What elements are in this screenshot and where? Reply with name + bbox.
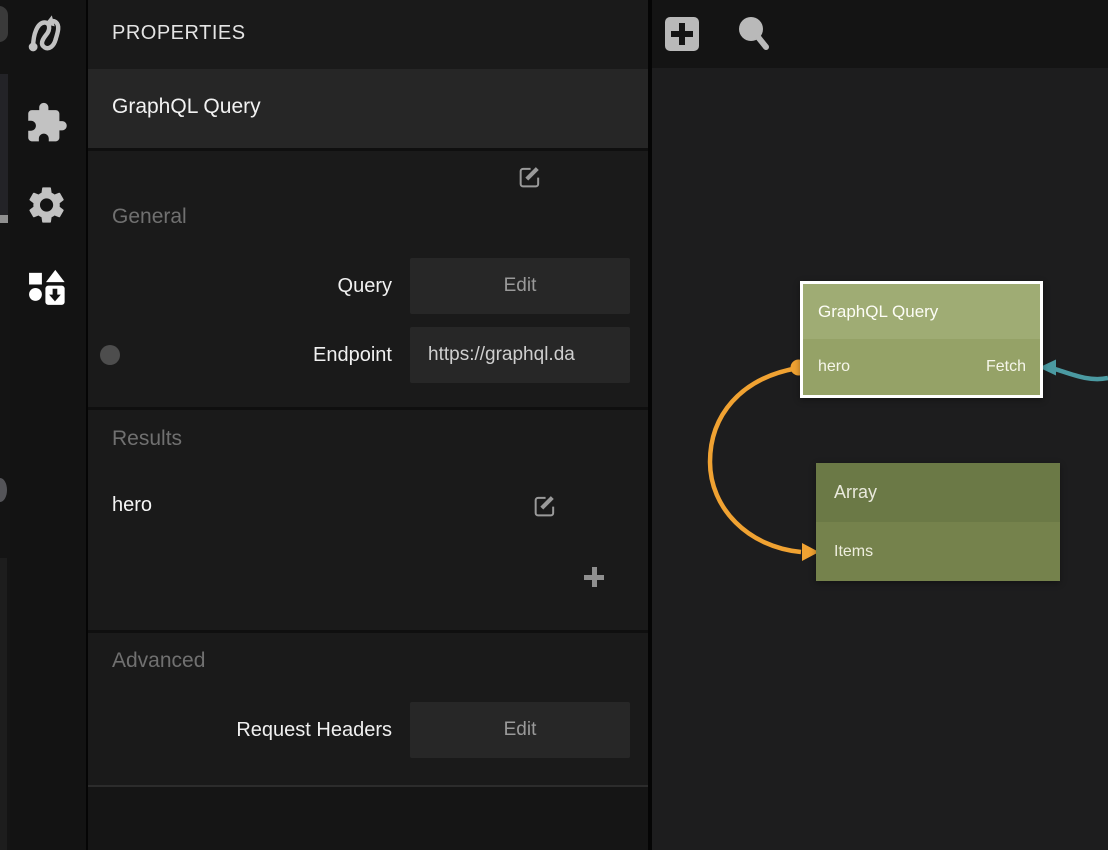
edit-pencil-icon bbox=[531, 492, 559, 525]
edge-strip bbox=[0, 0, 10, 850]
edge-blob bbox=[0, 6, 8, 42]
port-hero-output[interactable]: hero bbox=[818, 358, 850, 376]
panel-footer bbox=[88, 785, 648, 850]
edge-panel-sliver bbox=[0, 74, 8, 216]
request-headers-edit-button[interactable]: Edit bbox=[410, 702, 630, 758]
sidebar-rail bbox=[10, 0, 88, 850]
query-edit-button[interactable]: Edit bbox=[410, 258, 630, 314]
edge-highlight-bar bbox=[0, 215, 8, 223]
properties-header: PROPERTIES bbox=[88, 0, 648, 69]
sidebar-item-plugins[interactable] bbox=[23, 99, 71, 147]
node-title[interactable]: Array bbox=[816, 463, 1060, 522]
selected-node-row[interactable]: GraphQL Query bbox=[88, 69, 648, 148]
gear-icon bbox=[25, 183, 69, 227]
edge-knob bbox=[0, 478, 7, 502]
general-section-label: General bbox=[112, 205, 187, 229]
edge-bottom-sliver bbox=[0, 558, 7, 850]
nodes-wire-icon bbox=[24, 11, 70, 57]
result-item-name: hero bbox=[112, 494, 152, 517]
query-label: Query bbox=[88, 258, 392, 314]
results-section-label: Results bbox=[112, 427, 182, 451]
puzzle-icon bbox=[25, 101, 69, 145]
sidebar-item-nodes[interactable] bbox=[23, 10, 71, 58]
sidebar-item-components[interactable] bbox=[23, 264, 71, 312]
connection-offscreen-to-fetch[interactable] bbox=[1039, 360, 1108, 380]
endpoint-label: Endpoint bbox=[88, 327, 392, 383]
advanced-section-label: Advanced bbox=[112, 649, 205, 673]
node-graphql-query[interactable]: GraphQL Query hero Fetch bbox=[800, 281, 1043, 398]
add-result-button[interactable] bbox=[581, 564, 607, 590]
port-items-input[interactable]: Items bbox=[834, 543, 873, 561]
sidebar-item-settings[interactable] bbox=[23, 181, 71, 229]
node-canvas[interactable]: GraphQL Query hero Fetch Array Items bbox=[652, 0, 1108, 850]
edit-result-button[interactable] bbox=[530, 493, 560, 523]
section-divider bbox=[88, 630, 648, 633]
selected-node-label: GraphQL Query bbox=[112, 95, 261, 119]
section-divider bbox=[88, 148, 648, 151]
rename-node-button[interactable] bbox=[515, 164, 545, 194]
request-headers-label: Request Headers bbox=[88, 702, 392, 758]
properties-panel: PROPERTIES GraphQL Query bbox=[88, 0, 648, 850]
connection-layer bbox=[652, 0, 1108, 850]
edit-pencil-icon bbox=[516, 163, 544, 196]
node-array[interactable]: Array Items bbox=[816, 463, 1060, 581]
properties-title: PROPERTIES bbox=[112, 22, 246, 45]
shapes-import-icon bbox=[26, 267, 68, 309]
node-title[interactable]: GraphQL Query bbox=[803, 284, 1040, 339]
app-window: PROPERTIES GraphQL Query bbox=[0, 0, 1108, 850]
section-divider bbox=[88, 407, 648, 410]
endpoint-input[interactable] bbox=[410, 327, 630, 383]
port-fetch-input[interactable]: Fetch bbox=[986, 358, 1026, 376]
